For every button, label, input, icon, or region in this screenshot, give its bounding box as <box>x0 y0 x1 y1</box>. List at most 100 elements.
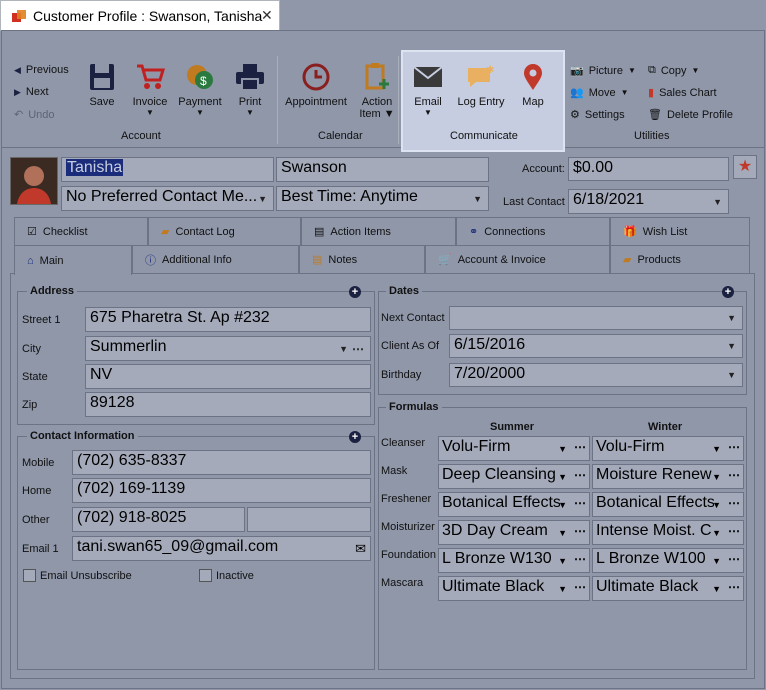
add-date-icon[interactable]: + <box>722 286 734 298</box>
birthday-select[interactable]: 7/20/2000 ▼ <box>449 363 743 387</box>
tab-products[interactable]: ▰ Products <box>610 245 750 273</box>
sales-chart-button[interactable]: ▮ Sales Chart <box>648 86 717 100</box>
other-phone-field[interactable]: (702) 918-8025 <box>72 507 245 532</box>
contact-method-select[interactable]: No Preferred Contact Me... ▼ <box>61 186 274 211</box>
more-icon[interactable]: ⋯ <box>728 580 740 594</box>
inactive-checkbox[interactable] <box>199 569 212 582</box>
formula-winter-select[interactable]: Intense Moist. C ▼ ⋯ <box>592 520 744 545</box>
info-icon: ⓘ <box>145 254 156 267</box>
tab-contact-log[interactable]: ▰ Contact Log <box>148 217 301 245</box>
next-button[interactable]: ▶ Next <box>14 86 49 98</box>
cart-icon <box>137 64 165 89</box>
move-button[interactable]: 👥 Move ▼ <box>570 86 629 100</box>
previous-button[interactable]: ◀ Previous <box>14 64 69 76</box>
add-contact-icon[interactable]: + <box>349 431 361 443</box>
more-icon[interactable]: ⋯ <box>728 468 740 482</box>
more-icon[interactable]: ⋯ <box>728 496 740 510</box>
tab-main[interactable]: ⌂ Main <box>14 245 132 275</box>
log-entry-icon: ✱ <box>468 65 494 87</box>
other-label: Other <box>22 514 50 526</box>
tab-checklist[interactable]: ☑ Checklist <box>14 217 148 245</box>
next-contact-select[interactable]: ▼ <box>449 306 743 330</box>
more-icon[interactable]: ⋯ <box>574 468 586 482</box>
log-entry-button[interactable]: ✱ Log Entry <box>455 63 507 108</box>
more-icon[interactable]: ⋯ <box>574 552 586 566</box>
more-icon[interactable]: ⋯ <box>728 552 740 566</box>
chevron-down-icon: ▼ <box>558 556 567 566</box>
mobile-field[interactable]: (702) 635-8337 <box>72 450 371 475</box>
formula-summer-select[interactable]: 3D Day Cream ▼ ⋯ <box>438 520 590 545</box>
close-icon[interactable]: ✕ <box>261 7 273 24</box>
more-icon[interactable]: ⋯ <box>574 440 586 454</box>
last-name-field[interactable]: Swanson <box>276 157 489 182</box>
contact-title: Contact Information <box>27 430 138 442</box>
home-phone-field[interactable]: (702) 169-1139 <box>72 478 371 503</box>
formula-summer-select[interactable]: Volu-Firm ▼ ⋯ <box>438 436 590 461</box>
tab-action-items[interactable]: ▤ Action Items <box>301 217 456 245</box>
window-tab[interactable]: Customer Profile : Swanson, Tanisha ✕ <box>0 0 280 31</box>
tab-additional-info[interactable]: ⓘ Additional Info <box>132 245 299 273</box>
delete-profile-button[interactable]: 🗑 Delete Profile <box>648 108 733 122</box>
tab-account-invoice[interactable]: 🛒 Account & Invoice <box>425 245 610 273</box>
state-field[interactable]: NV <box>85 364 371 389</box>
map-button[interactable]: Map <box>516 63 550 108</box>
formula-winter-select[interactable]: Botanical Effects ▼ ⋯ <box>592 492 744 517</box>
settings-button[interactable]: ⚙ Settings <box>570 108 625 122</box>
formula-winter-select[interactable]: Volu-Firm ▼ ⋯ <box>592 436 744 461</box>
client-as-of-select[interactable]: 6/15/2016 ▼ <box>449 334 743 358</box>
email-button[interactable]: Email ▼ <box>411 63 445 117</box>
street-field[interactable]: 675 Pharetra St. Ap #232 <box>85 307 371 332</box>
formula-winter-select[interactable]: Moisture Renew ▼ ⋯ <box>592 464 744 489</box>
next-icon: ▶ <box>14 86 21 97</box>
window-title: Customer Profile : Swanson, Tanisha <box>33 8 263 24</box>
print-button[interactable]: Print ▼ <box>234 63 266 117</box>
zip-field[interactable]: 89128 <box>85 392 371 417</box>
add-address-icon[interactable]: + <box>349 286 361 298</box>
formula-label: Freshener <box>381 493 432 505</box>
undo-button[interactable]: ↶ Undo <box>14 108 55 122</box>
email-field[interactable]: tani.swan65_09@gmail.com ✉ <box>72 536 371 561</box>
city-select[interactable]: Summerlin ▼ ⋯ <box>85 336 371 361</box>
formula-summer-select[interactable]: Botanical Effects ▼ ⋯ <box>438 492 590 517</box>
more-icon[interactable]: ⋯ <box>574 524 586 538</box>
more-icon[interactable]: ⋯ <box>574 496 586 510</box>
save-button[interactable]: Save <box>86 63 118 108</box>
formula-value: Moisture Renew <box>596 466 712 483</box>
envelope-icon[interactable]: ✉ <box>355 541 366 557</box>
avatar-photo <box>11 158 57 204</box>
more-icon[interactable]: ⋯ <box>728 524 740 538</box>
formula-summer-select[interactable]: Ultimate Black ▼ ⋯ <box>438 576 590 601</box>
tab-notes[interactable]: ▤ Notes <box>299 245 425 273</box>
next-contact-label: Next Contact <box>381 312 445 324</box>
appointment-button[interactable]: Appointment <box>284 63 348 108</box>
account-balance: $0.00 <box>568 157 729 181</box>
checklist-icon: ☑ <box>27 226 37 238</box>
summer-header: Summer <box>490 421 535 433</box>
undo-icon: ↶ <box>14 109 24 121</box>
folder-icon: ▰ <box>623 254 632 266</box>
more-icon[interactable]: ⋯ <box>728 440 740 454</box>
more-icon[interactable]: ⋯ <box>352 342 364 356</box>
formula-summer-select[interactable]: L Bronze W130 ▼ ⋯ <box>438 548 590 573</box>
favorite-star-icon[interactable]: ★ <box>733 155 757 179</box>
formula-value: Volu-Firm <box>442 438 511 455</box>
tab-wish-list[interactable]: 🎁 Wish List <box>610 217 750 245</box>
formula-winter-select[interactable]: Ultimate Black ▼ ⋯ <box>592 576 744 601</box>
avatar[interactable] <box>10 157 58 205</box>
address-title: Address <box>27 285 78 297</box>
picture-button[interactable]: 📷 Picture ▼ <box>570 64 636 78</box>
other-phone-ext-field[interactable] <box>247 507 371 532</box>
formula-winter-select[interactable]: L Bronze W100 ▼ ⋯ <box>592 548 744 573</box>
last-contact-date[interactable]: 6/18/2021 ▼ <box>568 189 729 214</box>
best-time-select[interactable]: Best Time: Anytime ▼ <box>276 186 489 211</box>
invoice-button[interactable]: Invoice ▼ <box>128 63 172 117</box>
tab-connections[interactable]: ⚭ Connections <box>456 217 610 245</box>
communicate-group-label: Communicate <box>450 130 518 142</box>
action-item-button[interactable]: Action Item ▼ <box>358 63 396 120</box>
first-name-field[interactable]: Tanisha <box>61 157 274 182</box>
email-unsubscribe-checkbox[interactable] <box>23 569 36 582</box>
formula-summer-select[interactable]: Deep Cleansing ▼ ⋯ <box>438 464 590 489</box>
payment-button[interactable]: $ Payment ▼ <box>176 63 224 117</box>
more-icon[interactable]: ⋯ <box>574 580 586 594</box>
copy-button[interactable]: ⧉ Copy ▼ <box>648 64 699 77</box>
